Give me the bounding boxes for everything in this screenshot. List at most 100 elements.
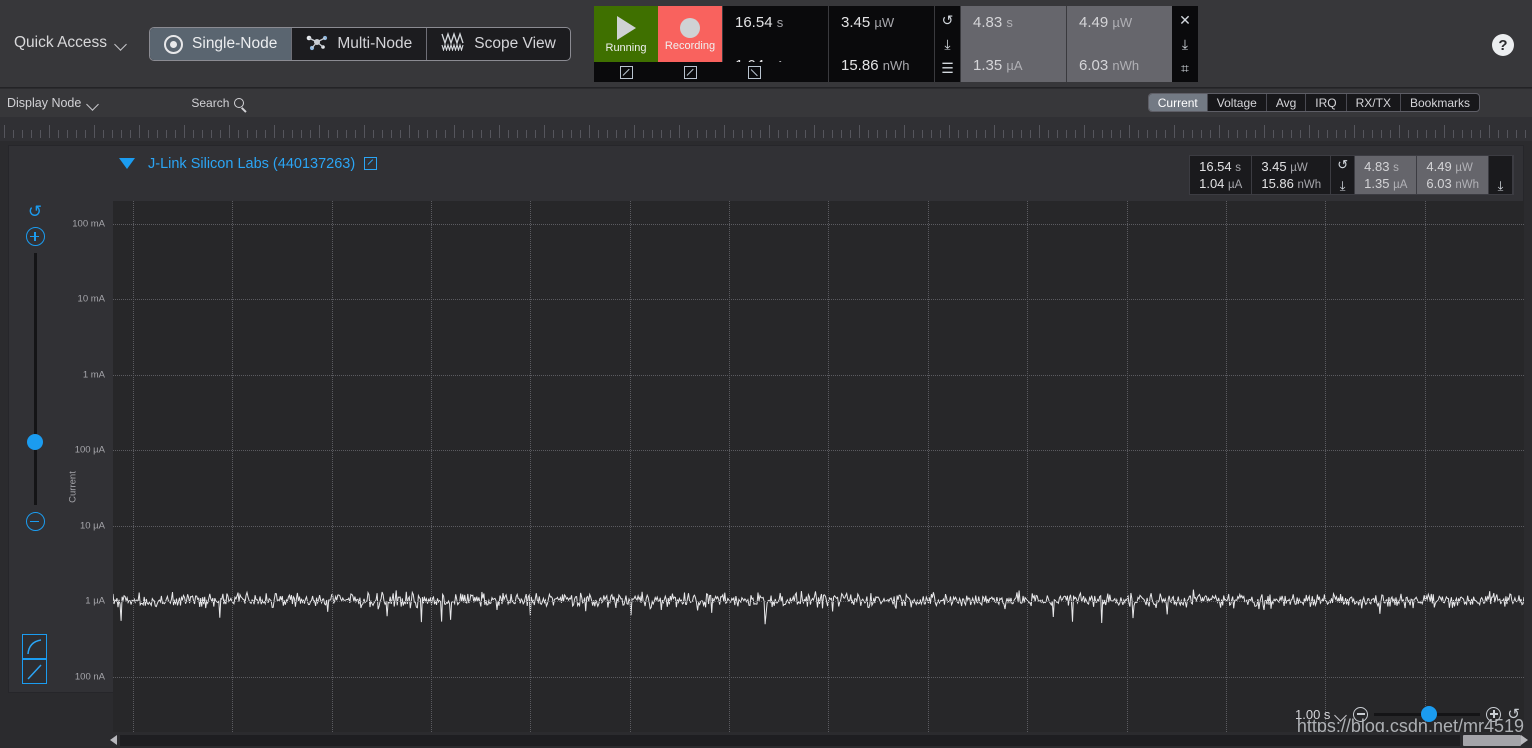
ruler-tick: [661, 130, 662, 138]
export-icon[interactable]: ⤓: [1175, 34, 1195, 54]
y-axis-tick-label: 100 mA: [72, 218, 105, 230]
x-gridline: [729, 201, 731, 748]
scrollbar-thumb[interactable]: [1463, 734, 1521, 746]
x-gridline: [1424, 201, 1426, 748]
running-label: Running: [605, 42, 647, 54]
x-gridline: [430, 201, 432, 748]
y-axis-tick-label: 1 mA: [82, 369, 105, 381]
undo-reset-icon[interactable]: ↺: [1507, 705, 1520, 723]
ruler-tick: [1417, 130, 1418, 138]
inline-session-energy: 15.86 nWh: [1261, 176, 1322, 191]
ruler-tick: [418, 130, 419, 138]
ruler-tick: [832, 130, 833, 138]
y-axis: Current 100 mA 10 mA 1 mA 100 µA 10 µA 1 µA 10…: [9, 146, 113, 748]
ruler-tick: [679, 125, 680, 138]
export-icon[interactable]: ⤓: [1498, 179, 1504, 192]
close-icon[interactable]: ✕: [1175, 10, 1195, 30]
tab-irq[interactable]: IRQ: [1306, 94, 1347, 111]
view-mode-scope-view[interactable]: Scope View: [427, 28, 570, 60]
waveform-icon: [441, 31, 465, 56]
record-curve-checkbox[interactable]: [658, 62, 722, 82]
transport-checkbox-row: [594, 62, 786, 82]
save-download-icon[interactable]: ⤓: [938, 34, 958, 54]
x-gridline: [927, 201, 929, 748]
ruler-tick: [499, 125, 500, 138]
view-mode-multi-node-label: Multi-Node: [337, 35, 413, 52]
display-node-dropdown[interactable]: Display Node: [7, 96, 99, 110]
ruler-tick: [463, 130, 464, 138]
chart-panel: J-Link Silicon Labs (440137263) 16.54 s …: [8, 145, 1524, 748]
ruler-tick: [166, 130, 167, 138]
ruler-tick: [1165, 130, 1166, 138]
timebase-value[interactable]: 1.00 s: [1295, 707, 1330, 722]
tab-current[interactable]: Current: [1148, 94, 1208, 111]
device-name-label[interactable]: J-Link Silicon Labs (440137263): [148, 156, 355, 172]
tab-bookmarks[interactable]: Bookmarks: [1401, 94, 1479, 111]
ruler-tick: [733, 130, 734, 138]
ruler-tick: [1075, 130, 1076, 138]
checkbox-checked-icon[interactable]: [364, 157, 378, 170]
run-curve-checkbox[interactable]: [594, 62, 658, 82]
timebase-slider-thumb[interactable]: [1421, 706, 1438, 722]
ruler-tick: [1291, 130, 1292, 138]
ruler-tick: [1309, 125, 1310, 138]
reset-icon[interactable]: ↺: [938, 10, 958, 30]
y-gridline: [113, 299, 1524, 301]
triangle-down-icon[interactable]: [119, 158, 135, 169]
y-gridline: [113, 374, 1524, 376]
help-icon[interactable]: ?: [1492, 34, 1514, 56]
reset-icon[interactable]: ↺: [1337, 158, 1348, 171]
ruler-tick: [1390, 130, 1391, 138]
ruler-tick: [571, 130, 572, 138]
timeline-ruler[interactable]: [0, 117, 1532, 141]
ruler-tick: [670, 130, 671, 138]
tab-voltage[interactable]: Voltage: [1208, 94, 1267, 111]
ruler-tick: [769, 125, 770, 138]
session-power-value: 3.45 µW: [841, 14, 895, 31]
screenshot-icon[interactable]: ⌗: [1175, 58, 1195, 78]
scrollbar-track[interactable]: [120, 734, 1460, 746]
inline-session-power: 3.45 µW: [1261, 159, 1308, 174]
ruler-tick: [535, 130, 536, 138]
ruler-tick: [598, 130, 599, 138]
ruler-tick: [13, 130, 14, 138]
ruler-tick: [634, 125, 635, 138]
record-curve-alt-checkbox[interactable]: [722, 62, 786, 82]
minus-circle-icon[interactable]: [1353, 706, 1369, 722]
save-download-icon[interactable]: ⤓: [1340, 179, 1346, 192]
horizontal-scrollbar[interactable]: [0, 732, 1532, 748]
selection-energy-value: 6.03 nWh: [1079, 57, 1140, 74]
metric-selection-power-energy: 4.49 µW 6.03 nWh: [1066, 6, 1172, 82]
x-gridline: [232, 201, 234, 748]
tab-avg[interactable]: Avg: [1267, 94, 1307, 111]
ruler-tick: [940, 130, 941, 138]
arrow-left-icon[interactable]: [110, 735, 117, 745]
node-network-icon: [306, 33, 328, 56]
ruler-tick: [1030, 130, 1031, 138]
ruler-tick: [922, 130, 923, 138]
inline-stats-bar: 16.54 s 1.04 µA 3.45 µW 15.86 nWh ↺ ⤓ 4.…: [1189, 155, 1514, 195]
ruler-tick: [373, 130, 374, 138]
chevron-down-icon[interactable]: [1336, 711, 1347, 718]
top-toolbar: Quick Access Single-Node Multi-Node Scop…: [0, 0, 1532, 88]
ruler-tick: [1228, 130, 1229, 138]
view-mode-single-node[interactable]: Single-Node: [150, 28, 293, 60]
x-gridline: [530, 201, 532, 748]
plus-circle-icon[interactable]: [1486, 706, 1502, 722]
ruler-tick: [1048, 130, 1049, 138]
quick-access-menu[interactable]: Quick Access: [14, 34, 127, 52]
current-plot-area[interactable]: [113, 201, 1524, 748]
tab-rxtx[interactable]: RX/TX: [1347, 94, 1401, 111]
search-input[interactable]: Search: [191, 96, 245, 110]
view-mode-multi-node[interactable]: Multi-Node: [292, 28, 428, 60]
timebase-slider[interactable]: [1374, 706, 1481, 722]
transport-and-metrics-cluster: Running Recording 16.54 s 1.04 µA 3.45 µ…: [594, 6, 1198, 82]
view-mode-scope-view-label: Scope View: [474, 35, 556, 52]
list-log-icon[interactable]: ☰: [938, 58, 958, 78]
ruler-tick: [526, 130, 527, 138]
ruler-tick: [1237, 130, 1238, 138]
arrow-right-icon[interactable]: [1521, 735, 1528, 745]
ruler-tick: [967, 130, 968, 138]
ruler-tick: [1300, 130, 1301, 138]
x-gridline: [132, 201, 134, 748]
